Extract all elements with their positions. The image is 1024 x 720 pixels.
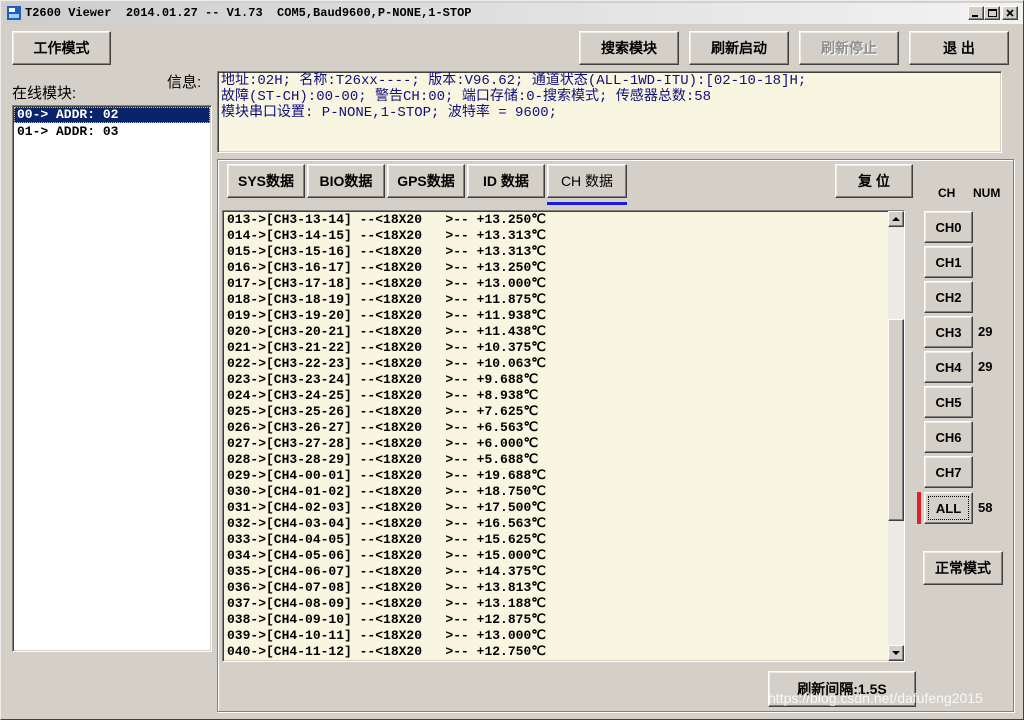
data-row: 021->[CH3-21-22] --<18X20 >-- +10.375℃ — [227, 340, 546, 355]
channel-row: CH3 29 — [915, 316, 1011, 348]
refresh-stop-button[interactable]: 刷新停止 — [799, 31, 899, 65]
data-row: 033->[CH4-04-05] --<18X20 >-- +15.625℃ — [227, 532, 546, 547]
scroll-up-icon — [889, 212, 903, 226]
info-line: 故障(ST-CH):00-00; 警告CH:00; 端口存储:0-搜索模式; 传… — [221, 89, 712, 105]
channel-row: CH7 — [915, 456, 1011, 488]
watermark: https://blog.csdn.net/dafufeng2015 — [768, 690, 983, 706]
channel-count: 29 — [978, 359, 993, 374]
app-window: T2600 Viewer 2014.01.27 -- V1.73 COM5,Ba… — [0, 0, 1024, 720]
tab-bio-data[interactable]: BIO数据 — [307, 164, 385, 198]
channel-button-ch4[interactable]: CH4 — [924, 351, 973, 383]
info-label: 信息: — [167, 74, 202, 91]
data-row: 039->[CH4-10-11] --<18X20 >-- +13.000℃ — [227, 628, 546, 643]
scroll-up-button[interactable] — [888, 211, 904, 227]
channel-header: CH — [938, 186, 956, 200]
channel-count: 29 — [978, 324, 993, 339]
maximize-icon — [985, 7, 999, 19]
channel-count: 58 — [978, 500, 993, 515]
channel-row: CH0 — [915, 211, 1011, 243]
data-row: 032->[CH4-03-04] --<18X20 >-- +16.563℃ — [227, 516, 546, 531]
channel-button-ch7[interactable]: CH7 — [924, 456, 973, 488]
minimize-button[interactable] — [968, 6, 984, 20]
data-row: 013->[CH3-13-14] --<18X20 >-- +13.250℃ — [227, 212, 546, 227]
normal-mode-button[interactable]: 正常模式 — [923, 551, 1003, 585]
data-row: 022->[CH3-22-23] --<18X20 >-- +10.063℃ — [227, 356, 546, 371]
count-header: NUM — [973, 186, 1001, 200]
tab-ch-data[interactable]: CH 数据 — [547, 164, 627, 205]
data-row: 020->[CH3-20-21] --<18X20 >-- +11.438℃ — [227, 324, 546, 339]
data-row: 017->[CH3-17-18] --<18X20 >-- +13.000℃ — [227, 276, 546, 291]
title-bar[interactable]: T2600 Viewer 2014.01.27 -- V1.73 COM5,Ba… — [3, 3, 1023, 24]
data-row: 025->[CH3-25-26] --<18X20 >-- +7.625℃ — [227, 404, 539, 419]
module-list-item[interactable]: 01-> ADDR: 03 — [14, 124, 210, 140]
data-row: 028->[CH3-28-29] --<18X20 >-- +5.688℃ — [227, 452, 539, 467]
channel-button-ch1[interactable]: CH1 — [924, 246, 973, 278]
data-row: 038->[CH4-09-10] --<18X20 >-- +12.875℃ — [227, 612, 546, 627]
minimize-icon — [969, 7, 983, 19]
tab-sys-data[interactable]: SYS数据 — [227, 164, 305, 198]
data-row: 026->[CH3-26-27] --<18X20 >-- +6.563℃ — [227, 420, 539, 435]
data-row: 014->[CH3-14-15] --<18X20 >-- +13.313℃ — [227, 228, 546, 243]
window-title: T2600 Viewer 2014.01.27 -- V1.73 COM5,Ba… — [25, 6, 472, 20]
channel-data-list[interactable]: 013->[CH3-13-14] --<18X20 >-- +13.250℃ 01… — [222, 210, 905, 662]
scrollbar-thumb[interactable] — [888, 319, 904, 521]
close-icon — [1003, 7, 1017, 19]
channel-button-all[interactable]: ALL — [924, 492, 973, 524]
maximize-button[interactable] — [984, 6, 1000, 20]
channel-row: CH5 — [915, 386, 1011, 418]
channel-button-ch2[interactable]: CH2 — [924, 281, 973, 313]
vertical-scrollbar[interactable] — [888, 211, 904, 661]
scroll-down-button[interactable] — [888, 645, 904, 661]
data-row: 023->[CH3-23-24] --<18X20 >-- +9.688℃ — [227, 372, 539, 387]
data-row: 027->[CH3-27-28] --<18X20 >-- +6.000℃ — [227, 436, 539, 451]
work-mode-button[interactable]: 工作模式 — [12, 31, 111, 65]
data-row: 019->[CH3-19-20] --<18X20 >-- +11.938℃ — [227, 308, 546, 323]
data-row: 024->[CH3-24-25] --<18X20 >-- +8.938℃ — [227, 388, 539, 403]
tab-id-data[interactable]: ID 数据 — [467, 164, 545, 198]
channel-button-ch6[interactable]: CH6 — [924, 421, 973, 453]
info-line: 地址:02H; 名称:T26xx----; 版本:V96.62; 通道状态(AL… — [221, 73, 807, 89]
exit-button[interactable]: 退 出 — [909, 31, 1009, 65]
data-row: 034->[CH4-05-06] --<18X20 >-- +15.000℃ — [227, 548, 546, 563]
channel-row: CH2 — [915, 281, 1011, 313]
scroll-down-icon — [889, 646, 903, 660]
module-list[interactable]: 00-> ADDR: 02 01-> ADDR: 03 — [12, 105, 212, 652]
refresh-start-button[interactable]: 刷新启动 — [689, 31, 789, 65]
module-list-item[interactable]: 00-> ADDR: 02 — [14, 107, 210, 123]
channel-row: CH1 — [915, 246, 1011, 278]
close-button[interactable] — [1002, 6, 1018, 20]
data-row: 035->[CH4-06-07] --<18X20 >-- +14.375℃ — [227, 564, 546, 579]
search-module-button[interactable]: 搜索模块 — [579, 31, 679, 65]
reset-button[interactable]: 复 位 — [835, 164, 913, 198]
channel-row: CH6 — [915, 421, 1011, 453]
channel-button-ch5[interactable]: CH5 — [924, 386, 973, 418]
data-row: 030->[CH4-01-02] --<18X20 >-- +18.750℃ — [227, 484, 546, 499]
data-row: 037->[CH4-08-09] --<18X20 >-- +13.188℃ — [227, 596, 546, 611]
data-row: 036->[CH4-07-08] --<18X20 >-- +13.813℃ — [227, 580, 546, 595]
tab-gps-data[interactable]: GPS数据 — [387, 164, 465, 198]
data-row: 016->[CH3-16-17] --<18X20 >-- +13.250℃ — [227, 260, 546, 275]
selected-channel-indicator — [917, 492, 921, 524]
data-row: 018->[CH3-18-19] --<18X20 >-- +11.875℃ — [227, 292, 546, 307]
data-row: 031->[CH4-02-03] --<18X20 >-- +17.500℃ — [227, 500, 546, 515]
channel-row: ALL 58 — [915, 492, 1011, 524]
channel-button-ch0[interactable]: CH0 — [924, 211, 973, 243]
data-rows: 013->[CH3-13-14] --<18X20 >-- +13.250℃ 01… — [227, 212, 887, 660]
info-line: 模块串口设置: P-NONE,1-STOP; 波特率 = 9600; — [221, 105, 558, 121]
app-icon[interactable] — [6, 5, 22, 21]
channel-button-ch3[interactable]: CH3 — [924, 316, 973, 348]
channel-row: CH4 29 — [915, 351, 1011, 383]
data-row: 029->[CH4-00-01] --<18X20 >-- +19.688℃ — [227, 468, 546, 483]
online-modules-label: 在线模块: — [12, 85, 77, 102]
data-row: 040->[CH4-11-12] --<18X20 >-- +12.750℃ — [227, 644, 546, 659]
info-box[interactable]: 地址:02H; 名称:T26xx----; 版本:V96.62; 通道状态(AL… — [217, 71, 1002, 153]
data-row: 015->[CH3-15-16] --<18X20 >-- +13.313℃ — [227, 244, 546, 259]
